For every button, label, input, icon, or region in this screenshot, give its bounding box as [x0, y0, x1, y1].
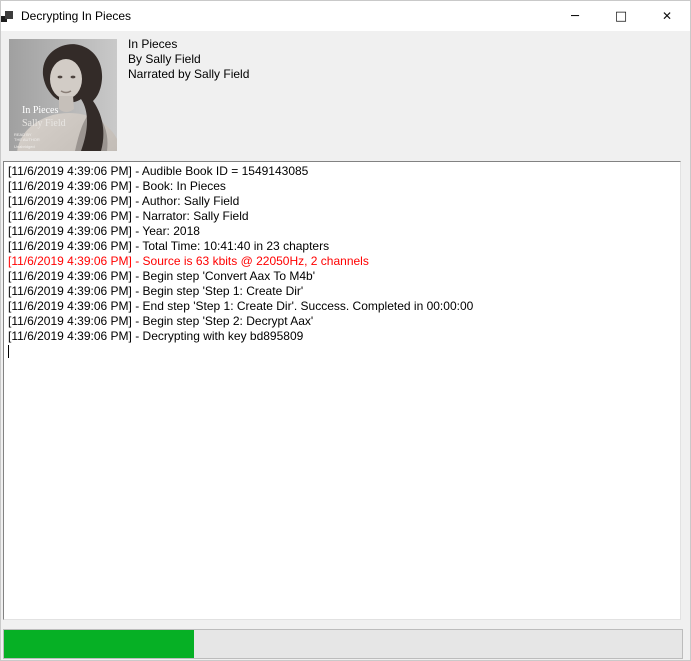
log-output[interactable]: [11/6/2019 4:39:06 PM] - Audible Book ID…: [3, 161, 681, 620]
app-icon: [1, 9, 15, 23]
log-line: [11/6/2019 4:39:06 PM] - Decrypting with…: [8, 329, 676, 344]
progress-bar-fill: [4, 630, 194, 658]
log-lines: [11/6/2019 4:39:06 PM] - Audible Book ID…: [8, 164, 676, 344]
maximize-button[interactable]: □: [598, 1, 644, 31]
book-narrator: Narrated by Sally Field: [128, 67, 249, 82]
log-line: [11/6/2019 4:39:06 PM] - Begin step 'Ste…: [8, 314, 676, 329]
log-line: [11/6/2019 4:39:06 PM] - Begin step 'Con…: [8, 269, 676, 284]
cover-author-text: Sally Field: [22, 118, 66, 129]
log-line: [11/6/2019 4:39:06 PM] - End step 'Step …: [8, 299, 676, 314]
log-line: [11/6/2019 4:39:06 PM] - Narrator: Sally…: [8, 209, 676, 224]
book-cover-image: In Pieces Sally Field READ BY THE AUTHOR…: [9, 39, 117, 151]
log-caret-line: [8, 344, 676, 359]
book-author: By Sally Field: [128, 52, 249, 67]
cover-edition-text: Unabridged: [14, 144, 35, 149]
book-info: In Pieces By Sally Field Narrated by Sal…: [128, 37, 249, 82]
window-controls: ─ □ ✕: [552, 1, 690, 31]
progress-bar: [3, 629, 683, 659]
log-line: [11/6/2019 4:39:06 PM] - Audible Book ID…: [8, 164, 676, 179]
log-line: [11/6/2019 4:39:06 PM] - Begin step 'Ste…: [8, 284, 676, 299]
book-title: In Pieces: [128, 37, 249, 52]
app-window: Decrypting In Pieces ─ □ ✕: [0, 0, 691, 661]
close-button[interactable]: ✕: [644, 1, 690, 31]
window-title: Decrypting In Pieces: [21, 9, 131, 23]
cover-readby-line2: THE AUTHOR: [14, 137, 40, 142]
log-line: [11/6/2019 4:39:06 PM] - Total Time: 10:…: [8, 239, 676, 254]
cover-title-text: In Pieces: [22, 105, 58, 116]
log-line: [11/6/2019 4:39:06 PM] - Book: In Pieces: [8, 179, 676, 194]
text-caret: [8, 345, 9, 358]
log-line: [11/6/2019 4:39:06 PM] - Source is 63 kb…: [8, 254, 676, 269]
log-line: [11/6/2019 4:39:06 PM] - Year: 2018: [8, 224, 676, 239]
minimize-button[interactable]: ─: [552, 1, 598, 31]
log-line: [11/6/2019 4:39:06 PM] - Author: Sally F…: [8, 194, 676, 209]
title-bar[interactable]: Decrypting In Pieces ─ □ ✕: [1, 1, 690, 31]
